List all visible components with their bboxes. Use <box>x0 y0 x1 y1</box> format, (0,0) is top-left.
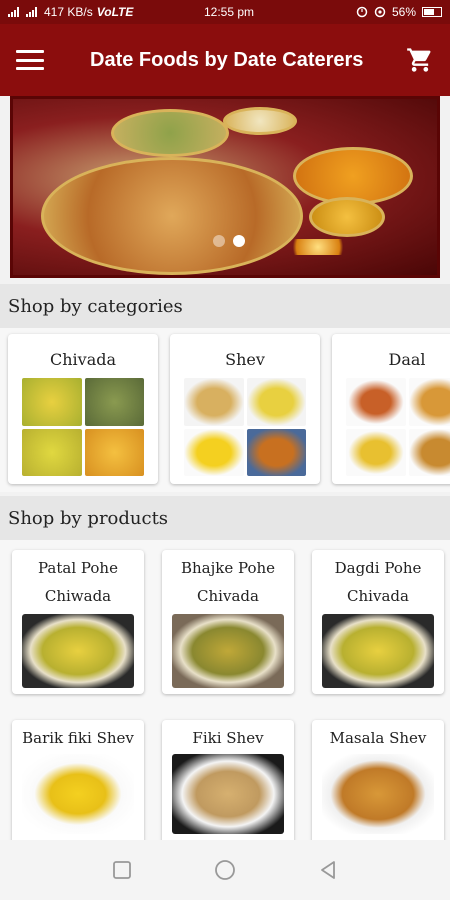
category-card-shev[interactable]: Shev <box>170 334 320 484</box>
app-bar: Date Foods by Date Caterers <box>0 24 450 96</box>
product-image <box>22 614 134 688</box>
product-card[interactable]: Fiki Shev <box>162 720 294 840</box>
carousel-dot-1[interactable] <box>213 235 225 247</box>
alarm-icon <box>356 6 368 18</box>
hamburger-menu-icon[interactable] <box>16 50 44 70</box>
recent-apps-icon[interactable] <box>111 859 133 881</box>
category-image <box>184 378 306 476</box>
signal-icon <box>8 7 19 17</box>
product-image <box>172 754 284 834</box>
banner-carousel[interactable] <box>10 96 440 278</box>
category-title: Shev <box>225 350 265 369</box>
category-image <box>346 378 450 476</box>
product-image <box>322 614 434 688</box>
products-grid[interactable]: Patal Pohe Chiwada Bhajke Pohe Chivada D… <box>0 540 450 840</box>
shopping-cart-icon[interactable] <box>406 46 434 74</box>
signal-icon-2 <box>26 7 37 17</box>
network-speed: 417 KB/s <box>44 5 93 19</box>
battery-percent: 56% <box>391 5 416 19</box>
products-section-title: Shop by products <box>0 496 450 540</box>
product-card[interactable]: Bhajke Pohe Chivada <box>162 550 294 694</box>
banner-food-plate <box>41 157 303 275</box>
banner-food-plate <box>111 109 229 157</box>
product-image <box>172 614 284 688</box>
banner-diya-lamps <box>283 239 353 255</box>
product-title: Bhajke Pohe Chivada <box>180 559 276 605</box>
page-title: Date Foods by Date Caterers <box>90 48 364 71</box>
product-card[interactable]: Dagdi Pohe Chivada <box>312 550 444 694</box>
category-card-chivada[interactable]: Chivada <box>8 334 158 484</box>
battery-icon <box>422 7 442 17</box>
back-icon[interactable] <box>317 859 339 881</box>
category-image <box>22 378 144 476</box>
status-bar: 417 KB/s VoLTE 12:55 pm 56% <box>0 0 450 24</box>
product-image <box>322 754 434 834</box>
status-left: 417 KB/s VoLTE <box>8 5 168 19</box>
category-title: Daal <box>388 350 426 369</box>
categories-scroller[interactable]: Chivada Shev Daal <box>0 328 450 492</box>
location-icon <box>374 6 386 18</box>
category-card-daal[interactable]: Daal <box>332 334 450 484</box>
network-type: VoLTE <box>96 5 134 19</box>
status-right: 56% <box>356 5 442 19</box>
product-title: Barik fiki Shev <box>22 729 134 747</box>
carousel-indicator <box>213 235 245 247</box>
banner-food-plate <box>223 107 297 135</box>
product-card[interactable]: Patal Pohe Chiwada <box>12 550 144 694</box>
status-time: 12:55 pm <box>204 5 255 19</box>
product-title: Patal Pohe Chiwada <box>38 559 118 605</box>
product-card[interactable]: Masala Shev <box>312 720 444 840</box>
carousel-dot-2[interactable] <box>233 235 245 247</box>
home-icon[interactable] <box>214 859 236 881</box>
categories-section-title: Shop by categories <box>0 284 450 328</box>
product-title: Masala Shev <box>329 729 427 747</box>
product-title: Dagdi Pohe Chivada <box>334 559 422 605</box>
product-image <box>22 754 134 834</box>
category-title: Chivada <box>49 350 117 369</box>
product-title: Fiki Shev <box>192 729 264 747</box>
banner-food-plate <box>309 197 385 237</box>
system-navigation-bar <box>0 840 450 900</box>
product-card[interactable]: Barik fiki Shev <box>12 720 144 840</box>
